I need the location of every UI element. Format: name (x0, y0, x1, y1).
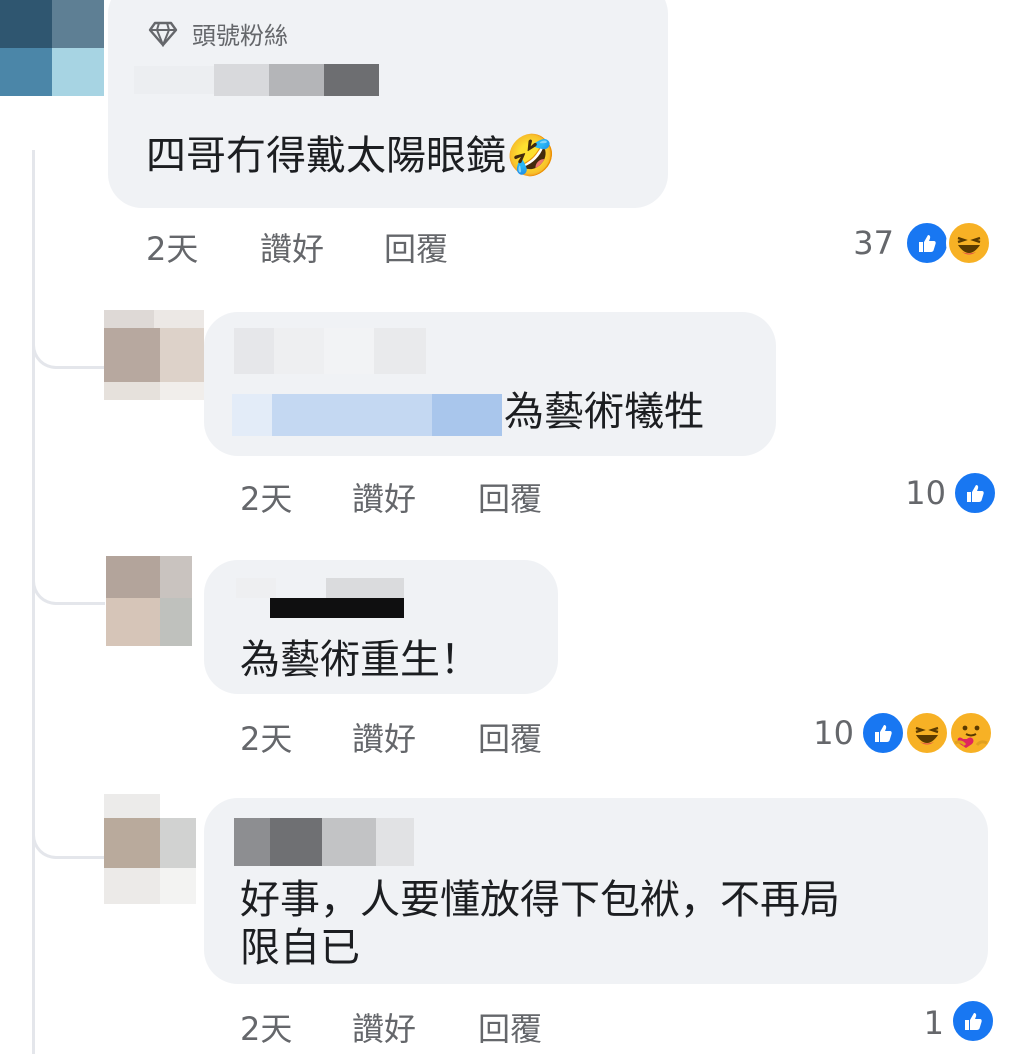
comment-time[interactable]: 2天 (240, 474, 292, 520)
like-icon (950, 998, 996, 1044)
redacted-username[interactable] (236, 578, 404, 618)
avatar[interactable] (104, 794, 196, 904)
comment-text: 為藝術重生！ (240, 637, 480, 683)
reply-button[interactable]: 回覆 (478, 714, 542, 760)
like-icon (860, 710, 906, 756)
redacted-username[interactable] (234, 818, 414, 866)
reactions-summary[interactable]: 37 (820, 220, 1010, 270)
like-button[interactable]: 讚好 (352, 1004, 416, 1050)
diamond-icon (148, 21, 178, 47)
comment-time[interactable]: 2天 (240, 1004, 292, 1050)
reactions-summary[interactable]: 1 (900, 998, 1004, 1048)
thread-connector (32, 330, 105, 369)
haha-icon (946, 220, 992, 266)
haha-icon (904, 710, 950, 756)
reply-button[interactable]: 回覆 (478, 1004, 542, 1050)
like-icon (952, 470, 998, 516)
comment-time[interactable]: 2天 (240, 714, 292, 760)
thread-line (32, 150, 35, 1054)
reaction-count: 1 (923, 1004, 944, 1042)
badge-label: 頭號粉絲 (192, 22, 288, 50)
redacted-username[interactable] (234, 328, 426, 374)
top-fan-badge: 頭號粉絲 (148, 16, 288, 51)
like-button[interactable]: 讚好 (352, 714, 416, 760)
like-button[interactable]: 讚好 (352, 474, 416, 520)
reaction-count: 10 (905, 474, 946, 512)
comment-text: 四哥冇得戴太陽眼鏡🤣 (146, 133, 556, 179)
comment-text-line-2: 限自已 (240, 925, 360, 971)
avatar[interactable] (106, 556, 192, 646)
like-button[interactable]: 讚好 (260, 224, 324, 270)
reply-button[interactable]: 回覆 (478, 474, 542, 520)
reaction-count: 10 (813, 714, 854, 752)
comment-time[interactable]: 2天 (146, 224, 198, 270)
thread-connector (32, 566, 105, 605)
avatar[interactable] (0, 0, 104, 96)
care-icon (948, 710, 994, 756)
thread-connector (32, 820, 105, 859)
reactions-summary[interactable]: 10 (880, 470, 1000, 520)
reactions-summary[interactable]: 10 (800, 710, 1010, 760)
redacted-username[interactable] (134, 64, 379, 96)
redacted-mention[interactable] (232, 394, 502, 436)
like-icon (904, 220, 950, 266)
avatar[interactable] (104, 310, 204, 400)
reaction-count: 37 (853, 224, 894, 262)
comment-text: 為藝術犧牲 (504, 389, 704, 435)
reply-button[interactable]: 回覆 (384, 224, 448, 270)
